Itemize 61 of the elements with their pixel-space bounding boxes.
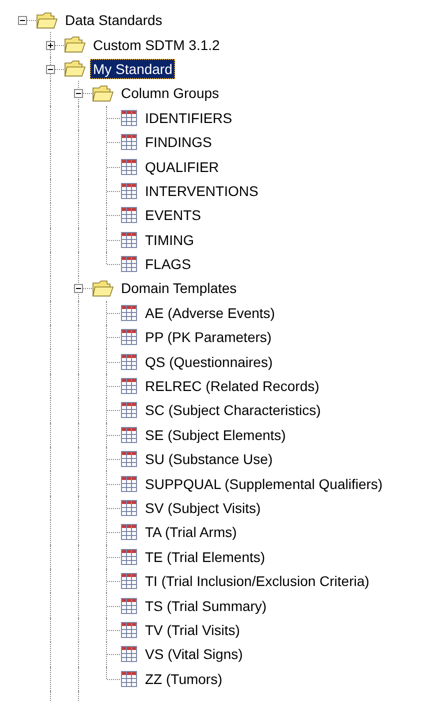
tree-item[interactable]: TIMING xyxy=(142,230,197,250)
tree-item[interactable]: Domain Templates xyxy=(118,278,240,298)
table-icon xyxy=(120,182,138,200)
tree-item[interactable]: SU (Substance Use) xyxy=(142,449,276,470)
tree-item[interactable]: TS (Trial Summary) xyxy=(142,596,270,616)
tree-item[interactable]: RELREC (Related Records) xyxy=(142,376,322,396)
tree-item[interactable]: ZZ (Tumors) xyxy=(142,668,226,689)
tree-item[interactable]: INTERVENTIONS xyxy=(142,180,262,201)
tree-item[interactable]: SC (Subject Characteristics) xyxy=(142,400,324,420)
table-icon xyxy=(120,304,138,322)
collapse-icon[interactable] xyxy=(74,284,83,294)
tree-item[interactable]: TA (Trial Arms) xyxy=(142,522,240,542)
folder-icon xyxy=(64,36,86,54)
tree-item[interactable]: TI (Trial Inclusion/Exclusion Criteria) xyxy=(142,571,372,592)
table-icon xyxy=(120,108,138,127)
table-icon xyxy=(120,620,138,639)
folder-icon xyxy=(92,84,114,102)
tree-item[interactable]: SV (Subject Visits) xyxy=(142,498,264,518)
tree-item[interactable]: QUALIFIER xyxy=(142,156,222,177)
table-icon xyxy=(120,352,138,371)
table-icon xyxy=(120,450,138,468)
table-icon xyxy=(120,401,138,420)
table-icon xyxy=(120,206,138,224)
table-icon xyxy=(120,377,138,396)
collapse-icon[interactable] xyxy=(74,89,83,98)
tree-item[interactable]: AE (Adverse Events) xyxy=(142,302,278,323)
table-icon xyxy=(120,474,138,493)
tree-item[interactable]: EVENTS xyxy=(142,205,204,226)
table-icon xyxy=(120,426,138,444)
tree-item[interactable]: FLAGS xyxy=(142,254,194,274)
folder-icon xyxy=(92,280,114,297)
tree-item[interactable]: SE (Subject Elements) xyxy=(142,424,289,445)
table-icon xyxy=(120,230,138,249)
table-icon xyxy=(120,328,138,346)
expand-icon[interactable] xyxy=(46,40,55,50)
tree-item[interactable]: Data Standards xyxy=(62,10,166,30)
tree-item[interactable]: TE (Trial Elements) xyxy=(142,546,268,567)
table-icon xyxy=(120,133,138,152)
folder-icon xyxy=(36,12,58,29)
table-icon xyxy=(120,548,138,566)
tree-item[interactable]: TV (Trial Visits) xyxy=(142,620,243,640)
tree-item[interactable]: SUPPQUAL (Supplemental Qualifiers) xyxy=(142,474,386,494)
table-icon xyxy=(120,670,138,688)
tree-item[interactable]: PP (PK Parameters) xyxy=(142,327,275,348)
tree-item[interactable]: FINDINGS xyxy=(142,132,215,152)
tree-item[interactable]: IDENTIFIERS xyxy=(142,108,236,128)
collapse-icon[interactable] xyxy=(18,16,27,26)
table-icon xyxy=(120,645,138,664)
table-icon xyxy=(120,523,138,542)
table-icon xyxy=(120,158,138,176)
tree-item[interactable]: QS (Questionnaires) xyxy=(142,352,276,372)
table-icon xyxy=(120,255,138,274)
folder-icon xyxy=(64,60,86,78)
tree-item[interactable]: My Standard xyxy=(90,58,176,79)
collapse-icon[interactable] xyxy=(46,64,55,74)
tree-item[interactable]: Custom SDTM 3.1.2 xyxy=(90,34,223,55)
table-icon xyxy=(120,499,138,517)
tree-item[interactable]: Column Groups xyxy=(118,83,222,104)
tree-item[interactable]: VS (Vital Signs) xyxy=(142,644,246,664)
table-icon xyxy=(120,572,138,590)
table-icon xyxy=(120,596,138,615)
